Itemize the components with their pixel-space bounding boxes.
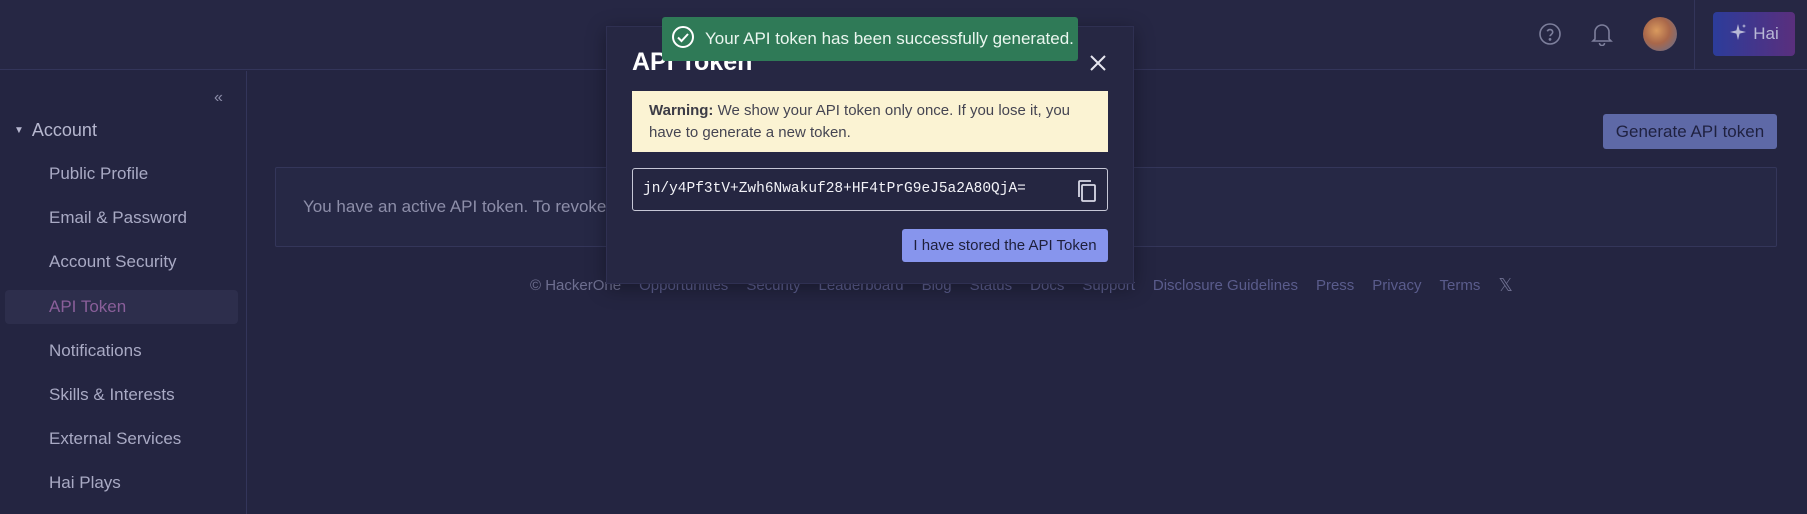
api-token-modal: API Token Warning: We show your API toke… — [606, 26, 1134, 284]
warning-label: Warning: — [649, 102, 714, 119]
caret-down-icon: ▼ — [14, 125, 24, 136]
sidebar-item-api-token[interactable]: API Token — [5, 290, 238, 324]
sidebar-item-public-profile[interactable]: Public Profile — [5, 157, 238, 191]
footer-link-press[interactable]: Press — [1316, 277, 1354, 294]
api-token-field[interactable]: jn/y4Pf3tV+Zwh6Nwakuf28+HF4tPrG9eJ5a2A80… — [632, 168, 1108, 211]
sidebar-section-account[interactable]: ▼ Account — [14, 120, 97, 141]
sidebar-item-hai-plays[interactable]: Hai Plays — [5, 466, 238, 500]
x-logo-icon[interactable]: 𝕏 — [1498, 276, 1513, 294]
sidebar-item-account-security[interactable]: Account Security — [5, 245, 238, 279]
success-toast: Your API token has been successfully gen… — [662, 17, 1078, 61]
warning-text: We show your API token only once. If you… — [649, 102, 1071, 141]
active-token-text: You have an active API token. To revoke … — [303, 197, 616, 216]
generate-api-token-button[interactable]: Generate API token — [1603, 114, 1777, 149]
hai-button[interactable]: Hai — [1713, 12, 1795, 56]
sidebar-item-external-services[interactable]: External Services — [5, 422, 238, 456]
avatar[interactable] — [1643, 17, 1677, 51]
toast-message: Your API token has been successfully gen… — [705, 29, 1074, 48]
stored-token-confirm-button[interactable]: I have stored the API Token — [902, 229, 1108, 262]
sidebar-item-notifications[interactable]: Notifications — [5, 334, 238, 368]
sparkle-icon — [1729, 23, 1747, 46]
hai-label: Hai — [1753, 24, 1779, 43]
close-icon[interactable] — [1086, 51, 1110, 75]
footer-link-terms[interactable]: Terms — [1439, 277, 1480, 294]
check-circle-icon — [671, 25, 695, 54]
api-token-value[interactable]: jn/y4Pf3tV+Zwh6Nwakuf28+HF4tPrG9eJ5a2A80… — [643, 181, 1026, 197]
sidebar-item-email-password[interactable]: Email & Password — [5, 201, 238, 235]
help-icon[interactable] — [1536, 20, 1564, 48]
footer-link-privacy[interactable]: Privacy — [1372, 277, 1421, 294]
bell-icon[interactable] — [1588, 20, 1616, 48]
footer-link-disclosure-guidelines[interactable]: Disclosure Guidelines — [1153, 277, 1298, 294]
sidebar: « ▼ Account Public Profile Email & Passw… — [0, 71, 247, 514]
sidebar-item-skills-interests[interactable]: Skills & Interests — [5, 378, 238, 412]
divider — [1694, 0, 1695, 70]
section-label: Account — [31, 120, 97, 140]
copy-icon[interactable] — [1074, 178, 1100, 204]
warning-message: Warning: We show your API token only onc… — [632, 91, 1108, 152]
chevrons-left-icon[interactable]: « — [214, 89, 223, 107]
